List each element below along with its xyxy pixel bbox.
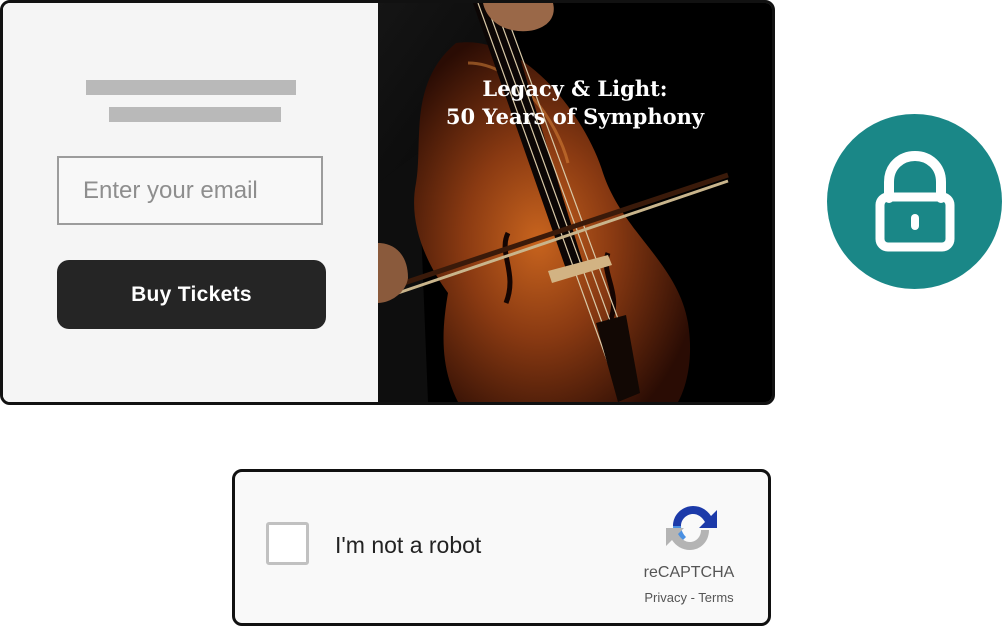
- buy-tickets-button[interactable]: Buy Tickets: [57, 260, 326, 329]
- privacy-link[interactable]: Privacy: [644, 590, 687, 605]
- recaptcha-widget: I'm not a robot reCAPTCHA Privacy - Term…: [232, 469, 771, 626]
- terms-link[interactable]: Terms: [698, 590, 733, 605]
- event-hero-image: Legacy & Light: 50 Years of Symphony: [378, 3, 772, 402]
- not-a-robot-label[interactable]: I'm not a robot: [335, 532, 481, 559]
- event-title-line-1: Legacy & Light:: [482, 76, 668, 101]
- recaptcha-logo-icon: [666, 506, 717, 550]
- placeholder-text-line: [86, 80, 296, 95]
- lock-icon: [875, 150, 955, 252]
- event-title: Legacy & Light: 50 Years of Symphony: [378, 75, 772, 131]
- recaptcha-links: Privacy - Terms: [615, 590, 763, 605]
- signup-form-panel: Buy Tickets: [3, 3, 378, 402]
- page: Buy Tickets: [0, 0, 1002, 627]
- not-a-robot-checkbox[interactable]: [266, 522, 309, 565]
- placeholder-text-line: [109, 107, 281, 122]
- links-separator: -: [686, 590, 699, 605]
- cello-image: [378, 3, 772, 402]
- recaptcha-brand-label: reCAPTCHA: [643, 564, 735, 581]
- event-title-line-2: 50 Years of Symphony: [445, 104, 705, 129]
- email-field[interactable]: [57, 156, 323, 225]
- secure-lock-badge: [827, 114, 1002, 289]
- ticket-promo-card: Buy Tickets: [0, 0, 775, 405]
